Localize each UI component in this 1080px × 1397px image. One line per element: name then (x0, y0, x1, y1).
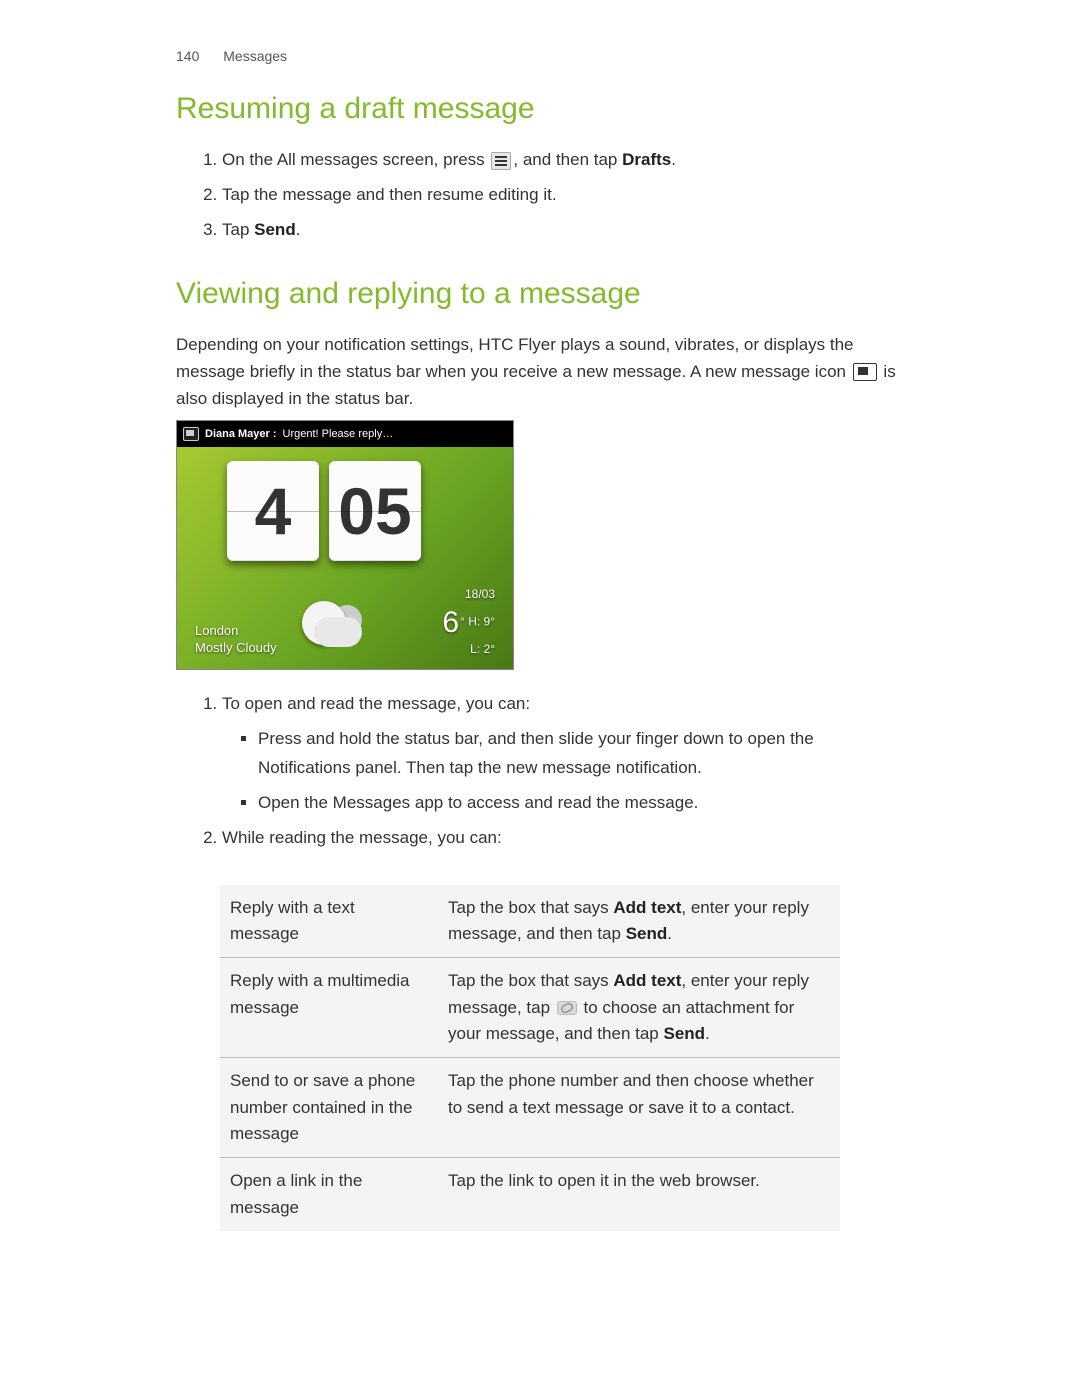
weather-date: 18/03 (442, 587, 495, 603)
view-step-2: While reading the message, you can: (222, 824, 910, 853)
statusbar-message-icon (183, 427, 199, 441)
menu-icon (491, 152, 511, 170)
manual-page: 140 Messages Resuming a draft message On… (0, 0, 1080, 1291)
row-desc-text-reply: Tap the box that says Add text, enter yo… (438, 885, 840, 958)
resume-step-2: Tap the message and then resume editing … (222, 181, 910, 210)
row-desc-open-link: Tap the link to open it in the web brows… (438, 1158, 840, 1231)
reply-actions-table: Reply with a text message Tap the box th… (220, 885, 840, 1231)
row-desc-save-number: Tap the phone number and then choose whe… (438, 1058, 840, 1158)
statusbar: Diana Mayer : Urgent! Please reply… (177, 421, 513, 447)
bullet-open-notifications: Press and hold the status bar, and then … (258, 725, 910, 783)
section-name: Messages (223, 48, 287, 64)
statusbar-subject: Urgent! Please reply… (283, 428, 394, 440)
clock-minute: 05 (329, 461, 421, 561)
message-icon (853, 363, 877, 381)
weather-hi: H: 9° (468, 614, 495, 628)
attachment-icon (557, 1001, 577, 1015)
weather-lo: L: 2° (470, 642, 495, 656)
row-label-save-number: Send to or save a phone number contained… (220, 1058, 438, 1158)
clock-hour: 4 (227, 461, 319, 561)
heading-resuming-draft: Resuming a draft message (176, 92, 910, 126)
view-step-1: To open and read the message, you can: P… (222, 690, 910, 818)
view-step-1-bullets: Press and hold the status bar, and then … (222, 725, 910, 818)
heading-viewing-replying: Viewing and replying to a message (176, 277, 910, 311)
weather-footer: London Mostly Cloudy 18/03 6° H: 9° L: 2… (195, 587, 495, 657)
row-label-open-link: Open a link in the message (220, 1158, 438, 1231)
table-row: Send to or save a phone number contained… (220, 1058, 840, 1158)
notification-screenshot: Diana Mayer : Urgent! Please reply… 4 05… (176, 420, 514, 670)
weather-condition: Mostly Cloudy (195, 640, 277, 657)
bullet-open-messages-app: Open the Messages app to access and read… (258, 789, 910, 818)
page-number: 140 (176, 48, 199, 64)
row-desc-mms-reply: Tap the box that says Add text, enter yo… (438, 958, 840, 1058)
resume-step-1: On the All messages screen, press , and … (222, 146, 910, 175)
view-reply-steps: To open and read the message, you can: P… (176, 690, 910, 852)
row-label-text-reply: Reply with a text message (220, 885, 438, 958)
row-label-mms-reply: Reply with a multimedia message (220, 958, 438, 1058)
flip-clock: 4 05 (227, 461, 421, 561)
resume-steps: On the All messages screen, press , and … (176, 146, 910, 245)
table-row: Reply with a multimedia message Tap the … (220, 958, 840, 1058)
intro-paragraph: Depending on your notification settings,… (176, 331, 910, 413)
resume-step-3: Tap Send. (222, 216, 910, 245)
statusbar-sender: Diana Mayer : (205, 428, 277, 440)
weather-city: London (195, 623, 277, 640)
table-row: Open a link in the message Tap the link … (220, 1158, 840, 1231)
table-row: Reply with a text message Tap the box th… (220, 885, 840, 958)
weather-temp: 6 (442, 606, 459, 639)
page-header: 140 Messages (176, 48, 910, 64)
